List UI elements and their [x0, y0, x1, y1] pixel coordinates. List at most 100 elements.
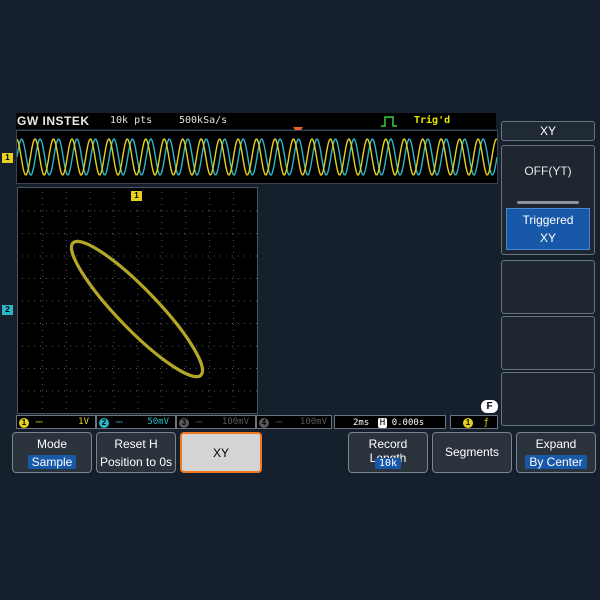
xy-button[interactable]: XY	[180, 432, 262, 473]
ch2-info[interactable]: 2 ⎓ 50mV	[96, 415, 176, 429]
grid-dot	[238, 255, 239, 257]
grid-dot	[220, 323, 221, 324]
grid-dot	[233, 264, 235, 265]
grid-dot	[136, 300, 137, 302]
ch2-level-marker[interactable]: 2	[2, 305, 13, 315]
ch4-badge: 4	[259, 417, 269, 428]
grid-dot	[113, 204, 115, 205]
grid-dot	[113, 192, 115, 193]
xy-display[interactable]	[17, 187, 258, 414]
record-length-button[interactable]: Record Length 10k	[348, 432, 428, 473]
grid-dot	[41, 354, 43, 355]
grid-dot	[161, 396, 163, 397]
grid-dot	[142, 390, 143, 392]
grid-dot	[196, 233, 197, 234]
grid-dot	[185, 354, 187, 355]
grid-dot	[58, 255, 59, 257]
grid-dot	[142, 323, 143, 324]
grid-dot	[118, 233, 119, 234]
grid-dot	[233, 372, 235, 373]
ch1-xy-marker[interactable]: 1	[131, 191, 142, 201]
grid-dot	[22, 255, 23, 257]
xy-option-off[interactable]: OFF(YT)	[502, 164, 594, 178]
grid-dot	[220, 255, 221, 257]
mode-button[interactable]: Mode Sample	[12, 432, 92, 473]
grid-dot	[22, 368, 23, 369]
grid-dot	[208, 210, 209, 212]
grid-dot	[137, 354, 139, 355]
grid-dot	[196, 368, 197, 369]
grid-dot	[65, 384, 67, 385]
grid-dot	[172, 390, 173, 392]
reset-h-position-button[interactable]: Reset H Position to 0s	[96, 432, 176, 473]
grid-dot	[161, 246, 163, 247]
ch4-coupling: ⎓	[275, 418, 283, 428]
grid-dot	[160, 278, 161, 279]
status-bar: GW INSTEK 10k pts 500kSa/s Trig'd	[16, 113, 496, 134]
ch4-info[interactable]: 4 ⎓ 100mV	[256, 415, 332, 429]
segments-button[interactable]: Segments	[432, 432, 512, 473]
grid-dot	[226, 255, 227, 257]
grid-dot	[233, 360, 235, 361]
grid-dot	[137, 258, 139, 259]
grid-dot	[100, 368, 101, 369]
grid-dot	[118, 255, 119, 257]
ch1-scale: 1V	[78, 417, 89, 427]
grid-dot	[137, 252, 139, 253]
ch3-info[interactable]: 3 ⎓ 100mV	[176, 415, 256, 429]
grid-dot	[202, 255, 203, 257]
grid-dot	[154, 323, 155, 324]
ch1-info[interactable]: 1 ⎓ 1V	[16, 415, 96, 429]
side-menu-slot-3[interactable]	[501, 260, 595, 314]
grid-dot	[130, 368, 131, 369]
grid-dot	[160, 368, 161, 369]
grid-dot	[214, 390, 215, 392]
grid-dot	[185, 192, 187, 193]
grid-dot	[65, 318, 67, 319]
grid-dot	[238, 345, 239, 347]
grid-dot	[202, 323, 203, 324]
trigger-info[interactable]: 1 ƒ	[450, 415, 498, 429]
side-menu-slot-5[interactable]	[501, 372, 595, 426]
grid-dot	[185, 288, 187, 289]
grid-dot	[226, 345, 227, 347]
grid-dot	[137, 228, 139, 229]
grid-dot	[52, 368, 53, 369]
grid-dot	[112, 233, 113, 234]
grid-dot	[137, 264, 139, 265]
grid-dot	[232, 233, 233, 234]
grid-dot	[196, 390, 197, 392]
grid-dot	[209, 270, 211, 271]
timebase-info[interactable]: 2ms H 0.000s	[334, 415, 446, 429]
grid-dot	[190, 255, 191, 257]
grid-dot	[238, 233, 239, 234]
grid-dot	[137, 240, 139, 241]
grid-dot	[209, 276, 211, 277]
function-icon[interactable]: F	[481, 400, 498, 413]
expand-button[interactable]: Expand By Center	[516, 432, 596, 473]
waveform-overview[interactable]	[16, 130, 498, 184]
grid-dot	[100, 233, 101, 234]
grid-dot	[82, 233, 83, 234]
grid-dot	[148, 390, 149, 392]
grid-dot	[89, 390, 91, 391]
side-menu-title: XY	[501, 121, 595, 141]
grid-dot	[41, 252, 43, 253]
side-menu-slot-4[interactable]	[501, 316, 595, 370]
xy-option-triggered[interactable]: Triggered XY	[506, 208, 590, 250]
grid-dot	[172, 368, 173, 369]
grid-dot	[256, 323, 257, 324]
grid-dot	[46, 390, 47, 392]
ch1-level-marker[interactable]: 1	[2, 153, 13, 163]
grid-dot	[65, 264, 67, 265]
grid-dot	[196, 345, 197, 347]
grid-dot	[233, 366, 235, 367]
grid-dot	[88, 233, 89, 234]
grid-dot	[185, 198, 187, 199]
grid-dot	[40, 345, 41, 347]
grid-dot	[209, 246, 211, 247]
grid-dot	[250, 390, 251, 392]
grid-dot	[130, 345, 131, 347]
grid-dot	[178, 345, 179, 347]
grid-dot	[232, 390, 233, 392]
